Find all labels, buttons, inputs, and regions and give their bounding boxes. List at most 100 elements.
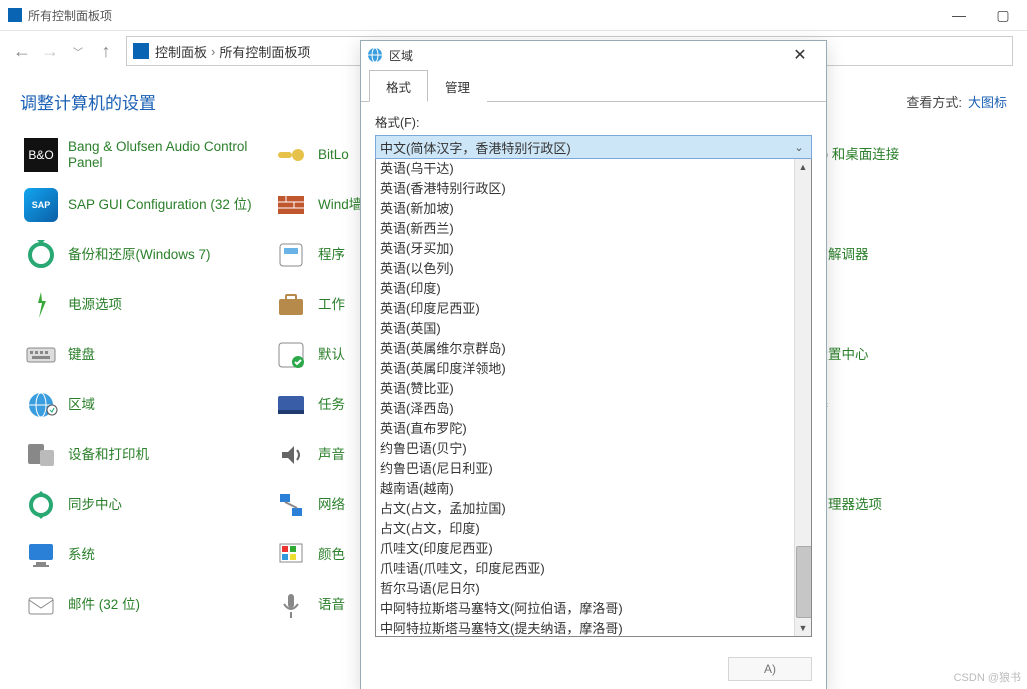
cp-item[interactable]: 备份和还原(Windows 7)	[16, 230, 266, 280]
region-dialog: 区域 ✕ 格式 管理 格式(F): 中文(简体汉字，香港特别行政区) ⌄ 英语(…	[360, 40, 827, 689]
scroll-up-button[interactable]: ▲	[795, 159, 811, 175]
format-option[interactable]: 中阿特拉斯塔马塞特文(提夫纳语，摩洛哥)	[376, 619, 794, 636]
mail-icon	[24, 588, 58, 622]
format-option[interactable]: 爪哇文(印度尼西亚)	[376, 539, 794, 559]
cp-item-label: 网络	[318, 497, 345, 513]
cp-item[interactable]: 电源选项	[16, 280, 266, 330]
format-option[interactable]: 英语(英国)	[376, 319, 794, 339]
cp-item[interactable]: 区域	[16, 380, 266, 430]
chevron-right-icon: ›	[211, 44, 215, 59]
tab-format[interactable]: 格式	[369, 70, 428, 102]
power-icon	[24, 288, 58, 322]
apply-button[interactable]: A)	[728, 657, 812, 681]
cp-item[interactable]: 邮件 (32 位)	[16, 580, 266, 630]
format-option[interactable]: 爪哇语(爪哇文，印度尼西亚)	[376, 559, 794, 579]
cp-item[interactable]: 系统	[16, 530, 266, 580]
format-option[interactable]: 占文(占文，印度)	[376, 519, 794, 539]
tab-admin[interactable]: 管理	[428, 70, 487, 102]
cp-item-label: BitLo	[318, 147, 349, 163]
cp-item-label: 任务	[318, 397, 345, 413]
cp-item-label: 颜色	[318, 547, 345, 563]
format-option[interactable]: 英语(新西兰)	[376, 219, 794, 239]
speech-icon	[274, 588, 308, 622]
format-option[interactable]: 中阿特拉斯塔马塞特文(阿拉伯语，摩洛哥)	[376, 599, 794, 619]
cp-item-label: 区域	[68, 397, 95, 413]
window-title: 所有控制面板项	[28, 7, 112, 24]
format-option[interactable]: 越南语(越南)	[376, 479, 794, 499]
cp-item-label: 电源选项	[68, 297, 122, 313]
recent-locations-button[interactable]: ﹀	[64, 37, 92, 65]
scrollbar-thumb[interactable]	[796, 546, 812, 618]
taskbar-icon	[274, 388, 308, 422]
dialog-buttons: A)	[361, 647, 826, 689]
cp-item[interactable]: 键盘	[16, 330, 266, 380]
sound-icon	[274, 438, 308, 472]
format-label: 格式(F):	[375, 112, 812, 131]
control-panel-icon	[8, 8, 22, 22]
devices-icon	[24, 438, 58, 472]
cp-item-label: 语音	[318, 597, 345, 613]
close-button[interactable]: ✕	[780, 42, 820, 68]
format-option[interactable]: 占文(占文，孟加拉国)	[376, 499, 794, 519]
breadcrumb-item[interactable]: 控制面板	[155, 42, 207, 61]
format-option[interactable]: 英语(直布罗陀)	[376, 419, 794, 439]
up-button[interactable]: ↑	[92, 37, 120, 65]
cp-item-label: 系统	[68, 547, 95, 563]
scrollbar-track[interactable]: ▲ ▼	[794, 159, 811, 636]
cp-item-label: Wind墙	[318, 197, 362, 213]
programs-icon	[274, 238, 308, 272]
dialog-titlebar: 区域 ✕	[361, 41, 826, 69]
color-icon	[274, 538, 308, 572]
cp-item-label: 设备和打印机	[68, 447, 149, 463]
format-option[interactable]: 英语(新加坡)	[376, 199, 794, 219]
format-option[interactable]: 英语(以色列)	[376, 259, 794, 279]
scroll-down-button[interactable]: ▼	[795, 620, 811, 636]
cp-item-label: 默认	[318, 347, 345, 363]
cp-item-label: 工作	[318, 297, 345, 313]
format-option[interactable]: 英语(牙买加)	[376, 239, 794, 259]
format-option[interactable]: 英语(赞比亚)	[376, 379, 794, 399]
view-by-value[interactable]: 大图标	[968, 92, 1007, 111]
cp-item-label: SAP GUI Configuration (32 位)	[68, 197, 252, 213]
cp-item-label: 同步中心	[68, 497, 122, 513]
breadcrumb-item[interactable]: 所有控制面板项	[219, 42, 310, 61]
cp-item[interactable]: SAPSAP GUI Configuration (32 位)	[16, 180, 266, 230]
forward-button[interactable]: →	[36, 37, 64, 65]
format-option[interactable]: 约鲁巴语(尼日利亚)	[376, 459, 794, 479]
format-option[interactable]: 英语(乌干达)	[376, 159, 794, 179]
format-option[interactable]: 英语(英属印度洋领地)	[376, 359, 794, 379]
work-icon	[274, 288, 308, 322]
keyboard-icon	[24, 338, 58, 372]
maximize-button[interactable]: ▢	[981, 0, 1025, 30]
format-option[interactable]: 英语(英属维尔京群岛)	[376, 339, 794, 359]
cp-item-label: 键盘	[68, 347, 95, 363]
view-by-label: 查看方式:	[906, 92, 962, 111]
cp-item[interactable]: 设备和打印机	[16, 430, 266, 480]
wall-icon	[274, 188, 308, 222]
back-button[interactable]: ←	[8, 37, 36, 65]
format-option[interactable]: 英语(泽西岛)	[376, 399, 794, 419]
format-option[interactable]: 哲尔马语(尼日尔)	[376, 579, 794, 599]
cp-item-label: 备份和还原(Windows 7)	[68, 247, 211, 263]
key-icon	[274, 138, 308, 172]
globe-icon	[367, 47, 383, 63]
format-option[interactable]: 英语(香港特别行政区)	[376, 179, 794, 199]
format-option[interactable]: 约鲁巴语(贝宁)	[376, 439, 794, 459]
cp-item[interactable]: B&OBang & Olufsen Audio Control Panel	[16, 130, 266, 180]
format-option[interactable]: 英语(印度尼西亚)	[376, 299, 794, 319]
chevron-down-icon: ⌄	[791, 141, 807, 154]
control-panel-icon	[133, 43, 149, 59]
format-options-listbox[interactable]: 英语(乌干达)英语(香港特别行政区)英语(新加坡)英语(新西兰)英语(牙买加)英…	[375, 159, 812, 637]
dialog-title: 区域	[389, 47, 413, 64]
format-select[interactable]: 中文(简体汉字，香港特别行政区) ⌄	[375, 135, 812, 159]
view-by: 查看方式: 大图标	[906, 92, 1007, 111]
system-icon	[24, 538, 58, 572]
minimize-button[interactable]: —	[937, 0, 981, 30]
cp-item-label: 邮件 (32 位)	[68, 597, 140, 613]
cp-item[interactable]: 同步中心	[16, 480, 266, 530]
cp-item-label: Bang & Olufsen Audio Control Panel	[68, 139, 258, 171]
network-icon	[274, 488, 308, 522]
backup-icon	[24, 238, 58, 272]
format-option[interactable]: 英语(印度)	[376, 279, 794, 299]
page-title: 调整计算机的设置	[20, 89, 156, 114]
